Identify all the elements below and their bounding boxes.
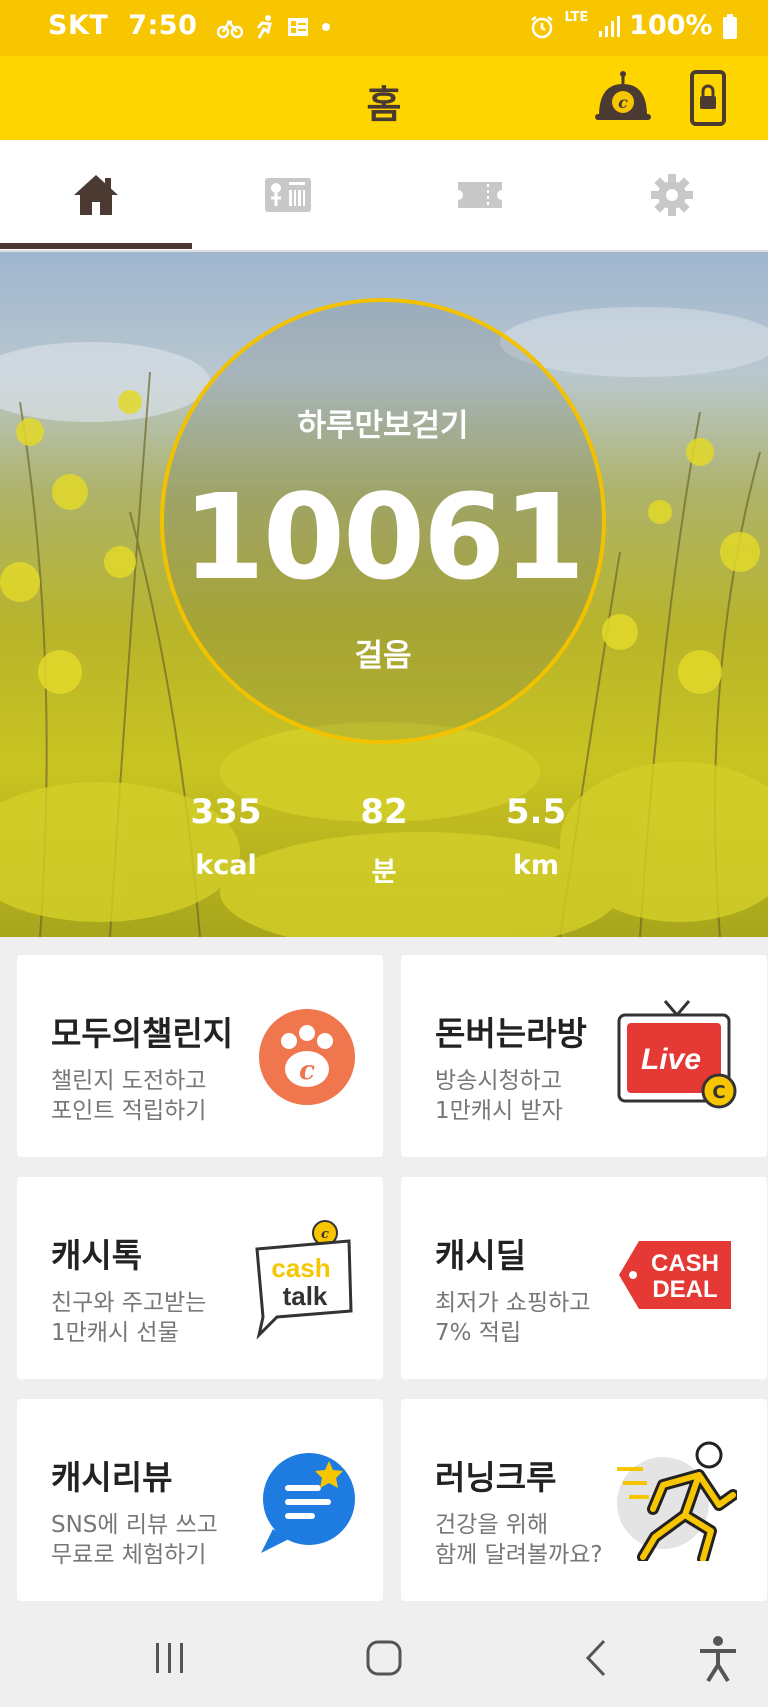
clock: 7:50 bbox=[128, 10, 198, 41]
card-title: 캐시딜 bbox=[435, 1236, 527, 1275]
tab-bar bbox=[0, 140, 768, 252]
battery-percent: 100% bbox=[629, 10, 713, 41]
runner-icon bbox=[617, 1441, 737, 1561]
status-left: SKT 7:50 bbox=[48, 10, 333, 41]
card-challenge[interactable]: 모두의챌린지 챌린지 도전하고 포인트 적립하기 c bbox=[17, 955, 383, 1157]
home-button-icon[interactable] bbox=[354, 1633, 414, 1683]
card-title: 모두의챌린지 bbox=[51, 1014, 234, 1053]
card-title: 캐시리뷰 bbox=[51, 1458, 173, 1497]
card-desc-line2: 7% 적립 bbox=[435, 1320, 522, 1346]
ticket-icon bbox=[458, 182, 502, 208]
card-cashtalk[interactable]: 캐시톡 친구와 주고받는 1만캐시 선물 c cash talk bbox=[17, 1177, 383, 1379]
card-desc-line2: 포인트 적립하기 bbox=[51, 1098, 207, 1124]
cash-talk-icon: c cash talk bbox=[255, 1220, 353, 1339]
card-cashdeal[interactable]: 캐시딜 최저가 쇼핑하고 7% 적립 CASH DEAL bbox=[401, 1177, 767, 1379]
card-desc-line2: 1만캐시 받자 bbox=[435, 1098, 563, 1124]
card-desc-line2: 무료로 체험하기 bbox=[51, 1542, 207, 1568]
card-desc-line1: 최저가 쇼핑하고 bbox=[435, 1290, 591, 1316]
step-unit: 걸음 bbox=[354, 638, 412, 674]
gear-icon bbox=[651, 174, 693, 216]
paw-coin-icon: c bbox=[259, 1009, 355, 1105]
svg-text:c: c bbox=[618, 93, 628, 112]
home-icon bbox=[74, 175, 118, 215]
alarm-icon bbox=[531, 15, 553, 38]
dot-notification-icon bbox=[322, 22, 330, 31]
card-desc-line1: 챌린지 도전하고 bbox=[51, 1068, 207, 1094]
card-live[interactable]: 돈버는라방 방송시청하고 1만캐시 받자 Live C bbox=[401, 955, 767, 1157]
tab-shop[interactable] bbox=[192, 140, 384, 250]
svg-text:Live: Live bbox=[641, 1043, 701, 1076]
cash-coin-icon[interactable]: c bbox=[593, 70, 653, 126]
bike-notification-icon bbox=[217, 19, 244, 38]
live-tv-icon: Live C bbox=[617, 1000, 737, 1109]
stat-minutes-value: 82 bbox=[360, 792, 408, 832]
stat-minutes: 82 분 bbox=[314, 792, 454, 889]
run-notification-icon bbox=[257, 14, 273, 39]
svg-text:c: c bbox=[321, 1227, 329, 1242]
card-desc-line1: 건강을 위해 bbox=[435, 1512, 549, 1538]
shop-icon bbox=[265, 178, 311, 212]
svg-text:C: C bbox=[712, 1082, 725, 1103]
svg-text:CASH: CASH bbox=[651, 1250, 719, 1277]
card-desc-line1: 방송시청하고 bbox=[435, 1068, 562, 1094]
status-right: LTE 100% bbox=[529, 10, 738, 41]
accessibility-icon[interactable] bbox=[688, 1633, 748, 1683]
carrier-label: SKT bbox=[48, 10, 109, 41]
back-icon[interactable] bbox=[568, 1633, 628, 1683]
stat-calories-value: 335 bbox=[190, 792, 262, 832]
signal-icon bbox=[598, 15, 620, 37]
card-running-crew[interactable]: 러닝크루 건강을 위해 함께 달려볼까요? bbox=[401, 1399, 767, 1601]
status-bar: SKT 7:50 LTE 100% bbox=[0, 0, 768, 56]
pedometer-title: 하루만보걷기 bbox=[297, 408, 469, 444]
card-desc-line2: 1만캐시 선물 bbox=[51, 1320, 179, 1346]
step-counter-ring: 하루만보걷기 10061 걸음 bbox=[160, 298, 606, 744]
svg-text:talk: talk bbox=[283, 1281, 328, 1311]
cash-deal-tag-icon: CASH DEAL bbox=[619, 1241, 731, 1309]
stat-calories-unit: kcal bbox=[195, 850, 257, 881]
stat-distance-unit: km bbox=[512, 850, 560, 881]
card-desc-line2: 함께 달려볼까요? bbox=[435, 1542, 603, 1568]
pedometer-hero[interactable]: 하루만보걷기 10061 걸음 335 kcal 82 분 5.5 km bbox=[0, 252, 768, 937]
stat-minutes-unit: 분 bbox=[371, 857, 397, 888]
card-title: 돈버는라방 bbox=[435, 1014, 587, 1053]
svg-text:c: c bbox=[299, 1056, 315, 1086]
card-desc-line1: 친구와 주고받는 bbox=[51, 1290, 207, 1316]
system-nav-bar bbox=[0, 1609, 768, 1707]
stat-calories: 335 kcal bbox=[156, 792, 296, 881]
network-label: LTE bbox=[564, 10, 589, 25]
app-bar: 홈 c bbox=[0, 56, 768, 140]
svg-text:DEAL: DEAL bbox=[652, 1276, 717, 1303]
stat-distance: 5.5 km bbox=[466, 792, 606, 881]
svg-text:cash: cash bbox=[271, 1253, 330, 1283]
card-review[interactable]: 캐시리뷰 SNS에 리뷰 쓰고 무료로 체험하기 bbox=[17, 1399, 383, 1601]
lock-screen-icon[interactable] bbox=[688, 70, 728, 126]
step-count: 10061 bbox=[182, 468, 586, 606]
card-title: 러닝크루 bbox=[435, 1458, 557, 1497]
recent-apps-icon[interactable] bbox=[140, 1633, 200, 1683]
tab-home[interactable] bbox=[0, 140, 192, 250]
tab-ticket[interactable] bbox=[384, 140, 576, 250]
stat-distance-value: 5.5 bbox=[505, 792, 567, 832]
battery-icon bbox=[723, 13, 737, 39]
review-chat-icon bbox=[261, 1453, 355, 1553]
grid-notification-icon bbox=[288, 17, 309, 36]
feature-cards: 모두의챌린지 챌린지 도전하고 포인트 적립하기 c 돈버는라방 방송시청하고 … bbox=[0, 937, 768, 1609]
card-title: 캐시톡 bbox=[51, 1236, 143, 1275]
tab-active-indicator bbox=[0, 243, 192, 249]
card-desc-line1: SNS에 리뷰 쓰고 bbox=[51, 1512, 218, 1538]
tab-settings[interactable] bbox=[576, 140, 768, 250]
